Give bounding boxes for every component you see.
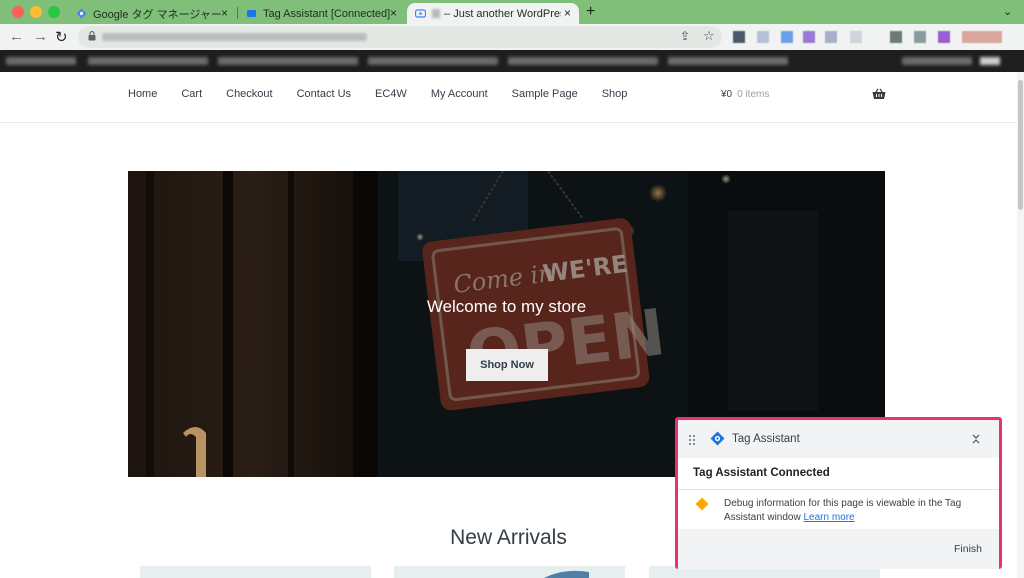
extension-icon[interactable] — [803, 31, 815, 43]
cart-item-count: 0 items — [737, 89, 770, 100]
header-divider — [0, 122, 1017, 123]
tab-label: Tag Assistant [Connected] — [263, 7, 391, 20]
tab-tag-assistant[interactable]: Tag Assistant [Connected] × — [238, 3, 405, 24]
profile-avatar[interactable] — [962, 31, 1002, 43]
collapse-icon[interactable] — [971, 433, 981, 445]
product-card[interactable] — [394, 566, 625, 578]
divider — [678, 489, 999, 490]
tag-assistant-footer: Finish — [678, 529, 999, 569]
extension-icon[interactable] — [938, 31, 950, 43]
header-cart[interactable]: ¥0 0 items — [721, 89, 769, 100]
nav-ec4w[interactable]: EC4W — [375, 88, 407, 100]
share-icon[interactable]: ⇪ — [680, 29, 690, 43]
hero-title: Welcome to my store — [426, 297, 587, 316]
finish-button[interactable]: Finish — [954, 543, 982, 555]
reload-button[interactable]: ↻ — [55, 28, 68, 46]
close-window-button[interactable] — [12, 6, 24, 18]
browser-toolbar: ← → ↻ ⇪ ☆ — [0, 24, 1024, 50]
nav-my-account[interactable]: My Account — [431, 88, 488, 100]
extension-icon[interactable] — [914, 31, 926, 43]
nav-cart[interactable]: Cart — [181, 88, 202, 100]
tab-gtm[interactable]: Google タグ マネージャー × — [68, 3, 236, 24]
extension-icon[interactable] — [733, 31, 745, 43]
bookmark-item[interactable] — [980, 57, 1000, 65]
nav-home[interactable]: Home — [128, 88, 157, 100]
bookmarks-bar — [0, 50, 1024, 72]
close-tab-icon[interactable]: × — [560, 6, 571, 20]
tag-assistant-logo-icon — [710, 431, 725, 446]
tab-store[interactable]: – Just another WordPress × — [407, 3, 579, 24]
forward-button[interactable]: → — [33, 28, 48, 45]
product-image — [544, 570, 589, 578]
bookmark-item[interactable] — [902, 57, 972, 65]
lock-icon — [88, 31, 96, 41]
bookmark-item[interactable] — [668, 57, 788, 65]
maximize-window-button[interactable] — [48, 6, 60, 18]
tab-strip: Google タグ マネージャー × Tag Assistant [Connec… — [0, 0, 1024, 24]
minimize-window-button[interactable] — [30, 6, 42, 18]
nav-shop[interactable]: Shop — [602, 88, 628, 100]
extension-icon[interactable] — [890, 31, 902, 43]
address-bar[interactable]: ⇪ ☆ — [78, 26, 722, 48]
tab-label: Google タグ マネージャー — [93, 8, 222, 21]
drag-handle-icon[interactable] — [688, 434, 696, 446]
primary-navigation: Home Cart Checkout Contact Us EC4W My Ac… — [128, 88, 651, 100]
shop-now-button[interactable]: Shop Now — [466, 349, 548, 381]
bookmark-item[interactable] — [218, 57, 358, 65]
gtm-icon — [76, 8, 87, 19]
bookmark-item[interactable] — [508, 57, 658, 65]
cart-total: ¥0 — [721, 89, 733, 100]
close-tab-icon[interactable]: × — [390, 6, 397, 20]
tag-assistant-title: Tag Assistant — [732, 433, 800, 445]
bookmark-star-icon[interactable]: ☆ — [703, 28, 715, 44]
close-tab-icon[interactable]: × — [221, 6, 228, 20]
scrollbar-thumb[interactable] — [1018, 80, 1023, 210]
blurred-site-name — [432, 9, 441, 18]
tag-assistant-tab-icon — [246, 8, 257, 19]
nav-checkout[interactable]: Checkout — [226, 88, 272, 100]
learn-more-link[interactable]: Learn more — [803, 512, 854, 523]
bookmark-item[interactable] — [88, 57, 208, 65]
extension-icon[interactable] — [781, 31, 793, 43]
bookmark-item[interactable] — [6, 57, 76, 65]
connection-status: Tag Assistant Connected — [693, 467, 830, 479]
extension-icon[interactable] — [850, 31, 862, 43]
nav-sample-page[interactable]: Sample Page — [512, 88, 578, 100]
tab-search-chevron-icon[interactable]: ⌄ — [1003, 5, 1012, 18]
product-card[interactable] — [140, 566, 371, 578]
blurred-url — [102, 33, 367, 41]
nav-contact-us[interactable]: Contact Us — [297, 88, 351, 100]
warning-diamond-icon — [695, 497, 709, 511]
debug-badge-icon — [415, 8, 426, 19]
bookmark-item[interactable] — [368, 57, 498, 65]
tag-assistant-panel: Tag Assistant Tag Assistant Connected De… — [675, 417, 1002, 569]
basket-icon[interactable] — [872, 88, 886, 100]
extension-icon[interactable] — [757, 31, 769, 43]
tag-assistant-header: Tag Assistant — [678, 420, 999, 458]
debug-message: Debug information for this page is viewa… — [724, 497, 986, 525]
new-tab-button[interactable]: + — [586, 3, 595, 21]
extension-icon[interactable] — [825, 31, 837, 43]
page-scrollbar[interactable] — [1017, 72, 1024, 578]
tab-label: – Just another WordPress — [444, 7, 571, 20]
back-button[interactable]: ← — [9, 28, 24, 45]
